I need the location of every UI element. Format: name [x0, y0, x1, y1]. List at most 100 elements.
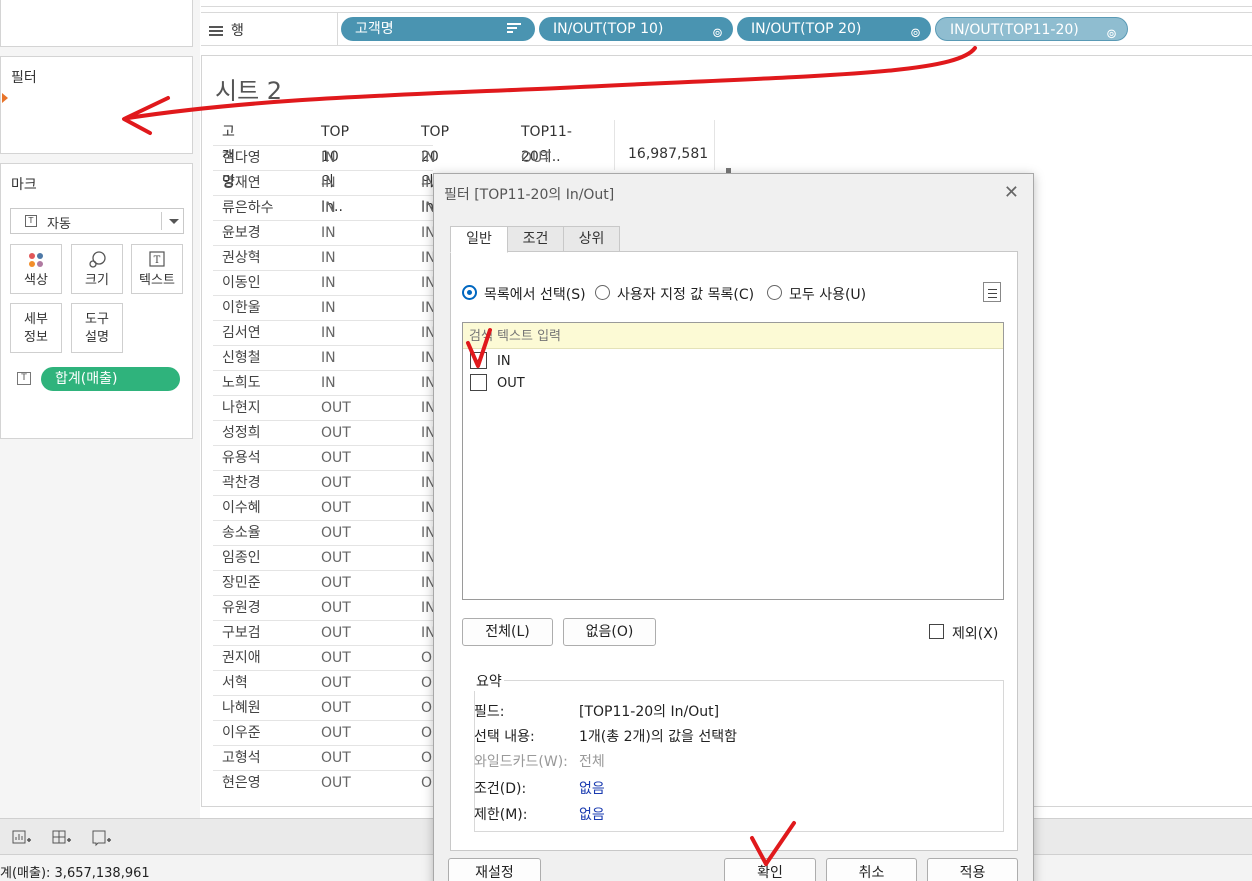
text-encoding-icon: T	[17, 372, 31, 385]
summary-limit-link[interactable]: 없음	[579, 804, 605, 824]
table-row[interactable]: 권상혁 IN IN	[213, 245, 436, 270]
status-sum: 계(매출): 3,657,138,961	[0, 866, 150, 881]
mark-type-dropdown[interactable]: T 자동	[10, 208, 184, 234]
customer-cell: 이한울	[222, 300, 261, 316]
table-row[interactable]: 구보검 OUT IN	[213, 620, 436, 645]
color-palette-icon	[11, 250, 61, 272]
pill-inout-top20[interactable]: IN/OUT(TOP 20) ⊚	[737, 17, 931, 41]
size-button[interactable]: 크기	[71, 244, 123, 294]
table-row[interactable]: 송소율 OUT IN	[213, 520, 436, 545]
exclude-label: 제외(X)	[952, 626, 999, 642]
marks-pane: 마크	[0, 163, 193, 439]
column-header-customer[interactable]: 고객명	[222, 120, 235, 190]
detail-button[interactable]: 세부 정보	[10, 303, 62, 353]
customer-cell: 김서연	[222, 325, 261, 341]
customer-cell: 나현지	[222, 400, 261, 416]
dialog-title: 필터 [TOP11-20의 In/Out]	[444, 187, 615, 203]
table-row[interactable]: 현은영 OUT O	[213, 770, 433, 795]
marks-pane-title: 마크	[11, 177, 37, 193]
top10-cell: IN	[321, 175, 336, 191]
table-row[interactable]: 양재연 IN IN	[213, 170, 436, 195]
top11-20-cell: OUT	[521, 150, 551, 166]
top20-cell: O	[421, 650, 433, 666]
table-row[interactable]: 김서연 IN IN	[213, 320, 436, 345]
checkbox-out[interactable]	[470, 374, 487, 391]
table-row[interactable]: 고형석 OUT O	[213, 745, 433, 770]
checkbox-in[interactable]	[470, 350, 487, 369]
top10-cell: IN	[321, 275, 336, 291]
pill-customer-name[interactable]: 고객명	[341, 17, 535, 41]
exclude-checkbox[interactable]	[929, 624, 944, 639]
filters-pane[interactable]: 필터	[0, 56, 193, 154]
search-input[interactable]	[469, 326, 989, 346]
apply-button[interactable]: 적용	[927, 858, 1018, 881]
customer-cell: 현은영	[222, 775, 261, 791]
top10-cell: IN	[321, 200, 336, 216]
column-header-top20[interactable]: TOP 20의 In..	[421, 120, 449, 215]
customer-cell: 권지애	[222, 650, 261, 666]
customer-cell: 구보검	[222, 625, 261, 641]
tab-condition[interactable]: 조건	[507, 226, 564, 252]
top10-cell: OUT	[321, 575, 351, 591]
top10-cell: OUT	[321, 700, 351, 716]
top10-cell: OUT	[321, 650, 351, 666]
column-header-top11-20[interactable]: TOP11-20의..	[521, 120, 572, 165]
table-row[interactable]: 나현지 OUT IN	[213, 395, 436, 420]
table-row[interactable]: 이우준 OUT O	[213, 720, 433, 745]
table-row[interactable]: 이동인 IN IN	[213, 270, 436, 295]
select-all-button[interactable]: 전체(L)	[462, 618, 553, 646]
top20-cell: O	[421, 775, 433, 791]
reset-button[interactable]: 재설정	[448, 858, 541, 881]
customer-cell: 송소율	[222, 525, 261, 541]
text-button[interactable]: T 텍스트	[131, 244, 183, 294]
measure-pill-sum-sales[interactable]: 합계(매출)	[41, 367, 180, 391]
size-icon	[72, 250, 122, 272]
filters-pane-title: 필터	[11, 70, 37, 86]
color-button[interactable]: 색상	[10, 244, 62, 294]
table-row[interactable]: 윤보경 IN IN	[213, 220, 436, 245]
table-row[interactable]: 권지애 OUT O	[213, 645, 433, 670]
summary-condition-link[interactable]: 없음	[579, 778, 605, 798]
checkbox-label-out: OUT	[497, 376, 525, 391]
list-options-menu-icon[interactable]	[983, 282, 1001, 302]
table-row[interactable]: 현다영 IN IN OUT	[213, 145, 551, 170]
shelf-corner-pane	[0, 0, 193, 47]
rows-shelf-label: 행	[209, 20, 244, 40]
table-row[interactable]: 나혜원 OUT O	[213, 695, 433, 720]
customer-cell: 윤보경	[222, 225, 261, 241]
select-none-button[interactable]: 없음(O)	[563, 618, 656, 646]
table-row[interactable]: 성정희 OUT IN	[213, 420, 436, 445]
table-row[interactable]: 류은하수 IN IN	[213, 195, 436, 220]
table-row[interactable]: 장민준 OUT IN	[213, 570, 436, 595]
tab-general[interactable]: 일반	[450, 226, 508, 253]
table-row[interactable]: 유용석 OUT IN	[213, 445, 436, 470]
new-worksheet-icon[interactable]	[12, 829, 32, 851]
close-icon[interactable]: ✕	[1004, 182, 1019, 203]
rows-icon	[209, 24, 223, 38]
new-story-icon[interactable]	[92, 829, 112, 851]
table-row[interactable]: 신형철 IN IN	[213, 345, 436, 370]
table-row[interactable]: 이수혜 OUT IN	[213, 495, 436, 520]
svg-text:T: T	[154, 255, 161, 266]
pill-inout-top10[interactable]: IN/OUT(TOP 10) ⊚	[539, 17, 733, 41]
text-mark-icon: T	[25, 215, 37, 227]
table-row[interactable]: 유원경 OUT IN	[213, 595, 436, 620]
pill-inout-top11-20[interactable]: IN/OUT(TOP11-20) ⊚	[935, 17, 1128, 42]
ok-button[interactable]: 확인	[724, 858, 816, 881]
tooltip-button[interactable]: 도구 설명	[71, 303, 123, 353]
chevron-down-icon	[169, 219, 179, 224]
tab-top[interactable]: 상위	[563, 226, 620, 252]
top10-cell: OUT	[321, 425, 351, 441]
table-row[interactable]: 임종인 OUT IN	[213, 545, 436, 570]
top10-cell: OUT	[321, 625, 351, 641]
cancel-button[interactable]: 취소	[826, 858, 917, 881]
column-header-top10[interactable]: TOP 10의 In..	[321, 120, 349, 215]
table-row[interactable]: 노희도 IN IN	[213, 370, 436, 395]
table-row[interactable]: 이한울 IN IN	[213, 295, 436, 320]
top10-cell: IN	[321, 325, 336, 341]
values-list: IN OUT	[462, 322, 1004, 600]
table-row[interactable]: 곽찬경 OUT IN	[213, 470, 436, 495]
table-row[interactable]: 서혁 OUT O	[213, 670, 433, 695]
top20-cell: IN	[421, 150, 436, 166]
new-dashboard-icon[interactable]	[52, 829, 72, 851]
